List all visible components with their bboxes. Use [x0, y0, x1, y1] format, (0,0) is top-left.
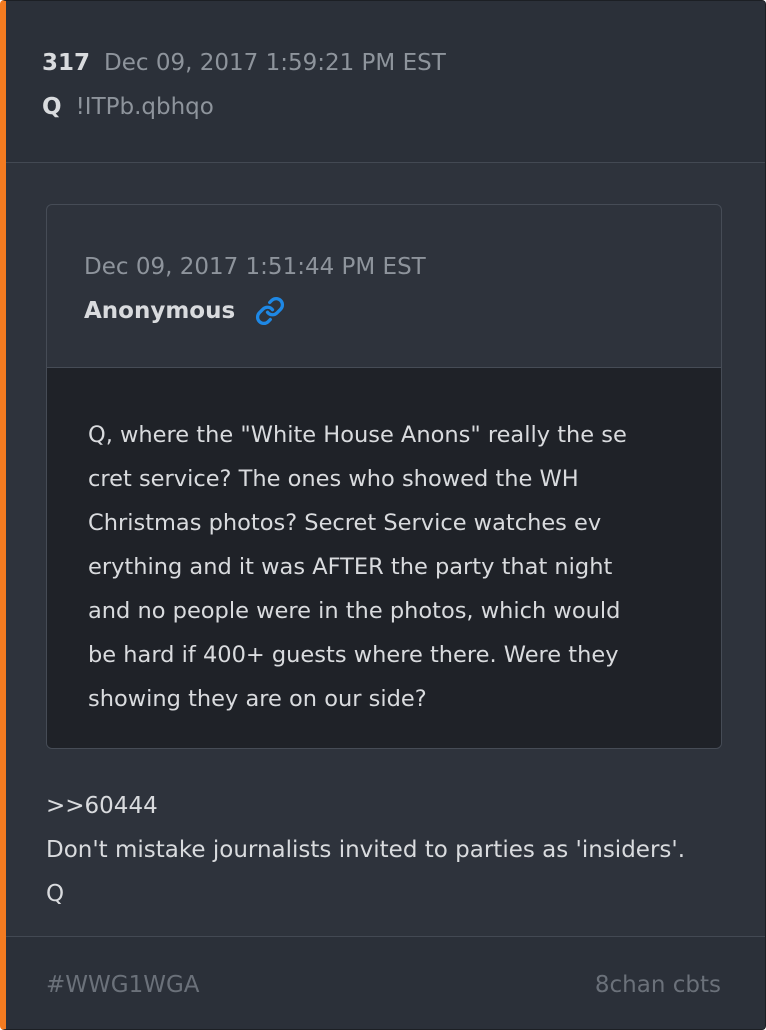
quoted-text-line: cret service? The ones who showed the WH: [88, 466, 579, 492]
quoted-post-author: Anonymous: [84, 298, 236, 324]
post-signature: Q: [46, 881, 65, 907]
post-header: 317 Dec 09, 2017 1:59:21 PM EST Q !ITPb.qb…: [6, 1, 765, 163]
post-author-line: Q !ITPb.qbhqo: [42, 89, 214, 125]
board-name: 8chan cbts: [594, 972, 721, 998]
post-date: Dec 09, 2017 1:59:21 PM EST: [104, 50, 446, 76]
post-body: >>60444 Don't mistake journalists invite…: [46, 784, 746, 916]
quoted-post-author-line: Anonymous: [84, 293, 285, 329]
post-text-line: Don't mistake journalists invited to par…: [46, 837, 686, 863]
quoted-text-line: be hard if 400+ guests where there. Were…: [88, 642, 619, 668]
post-reference-link[interactable]: >>60444: [46, 784, 746, 828]
quoted-post-text: Q, where the "White House Anons" really …: [88, 413, 681, 721]
quoted-text-line: and no people were in the photos, which …: [88, 598, 621, 624]
post-author: Q: [42, 94, 62, 120]
hashtag: #WWG1WGA: [46, 972, 200, 998]
link-icon[interactable]: [255, 296, 285, 326]
quoted-text-line: erything and it was AFTER the party that…: [88, 554, 613, 580]
quoted-post-date: Dec 09, 2017 1:51:44 PM EST: [84, 254, 426, 280]
post-card: 317 Dec 09, 2017 1:59:21 PM EST Q !ITPb.qb…: [0, 0, 766, 1030]
quoted-post-header: Dec 09, 2017 1:51:44 PM EST Anonymous: [47, 205, 721, 368]
post-meta: 317 Dec 09, 2017 1:59:21 PM EST: [42, 45, 446, 81]
post-footer: #WWG1WGA 8chan cbts: [6, 936, 765, 1029]
quoted-text-line: Q, where the "White House Anons" really …: [88, 422, 627, 448]
post-number: 317: [42, 50, 91, 76]
quoted-post-body: Q, where the "White House Anons" really …: [47, 368, 721, 748]
quoted-text-line: Christmas photos? Secret Service watches…: [88, 510, 602, 536]
post-tripcode: !ITPb.qbhqo: [75, 94, 214, 120]
quoted-text-line: showing they are on our side?: [88, 686, 427, 712]
quoted-post: Dec 09, 2017 1:51:44 PM EST Anonymous Q,…: [46, 204, 722, 749]
